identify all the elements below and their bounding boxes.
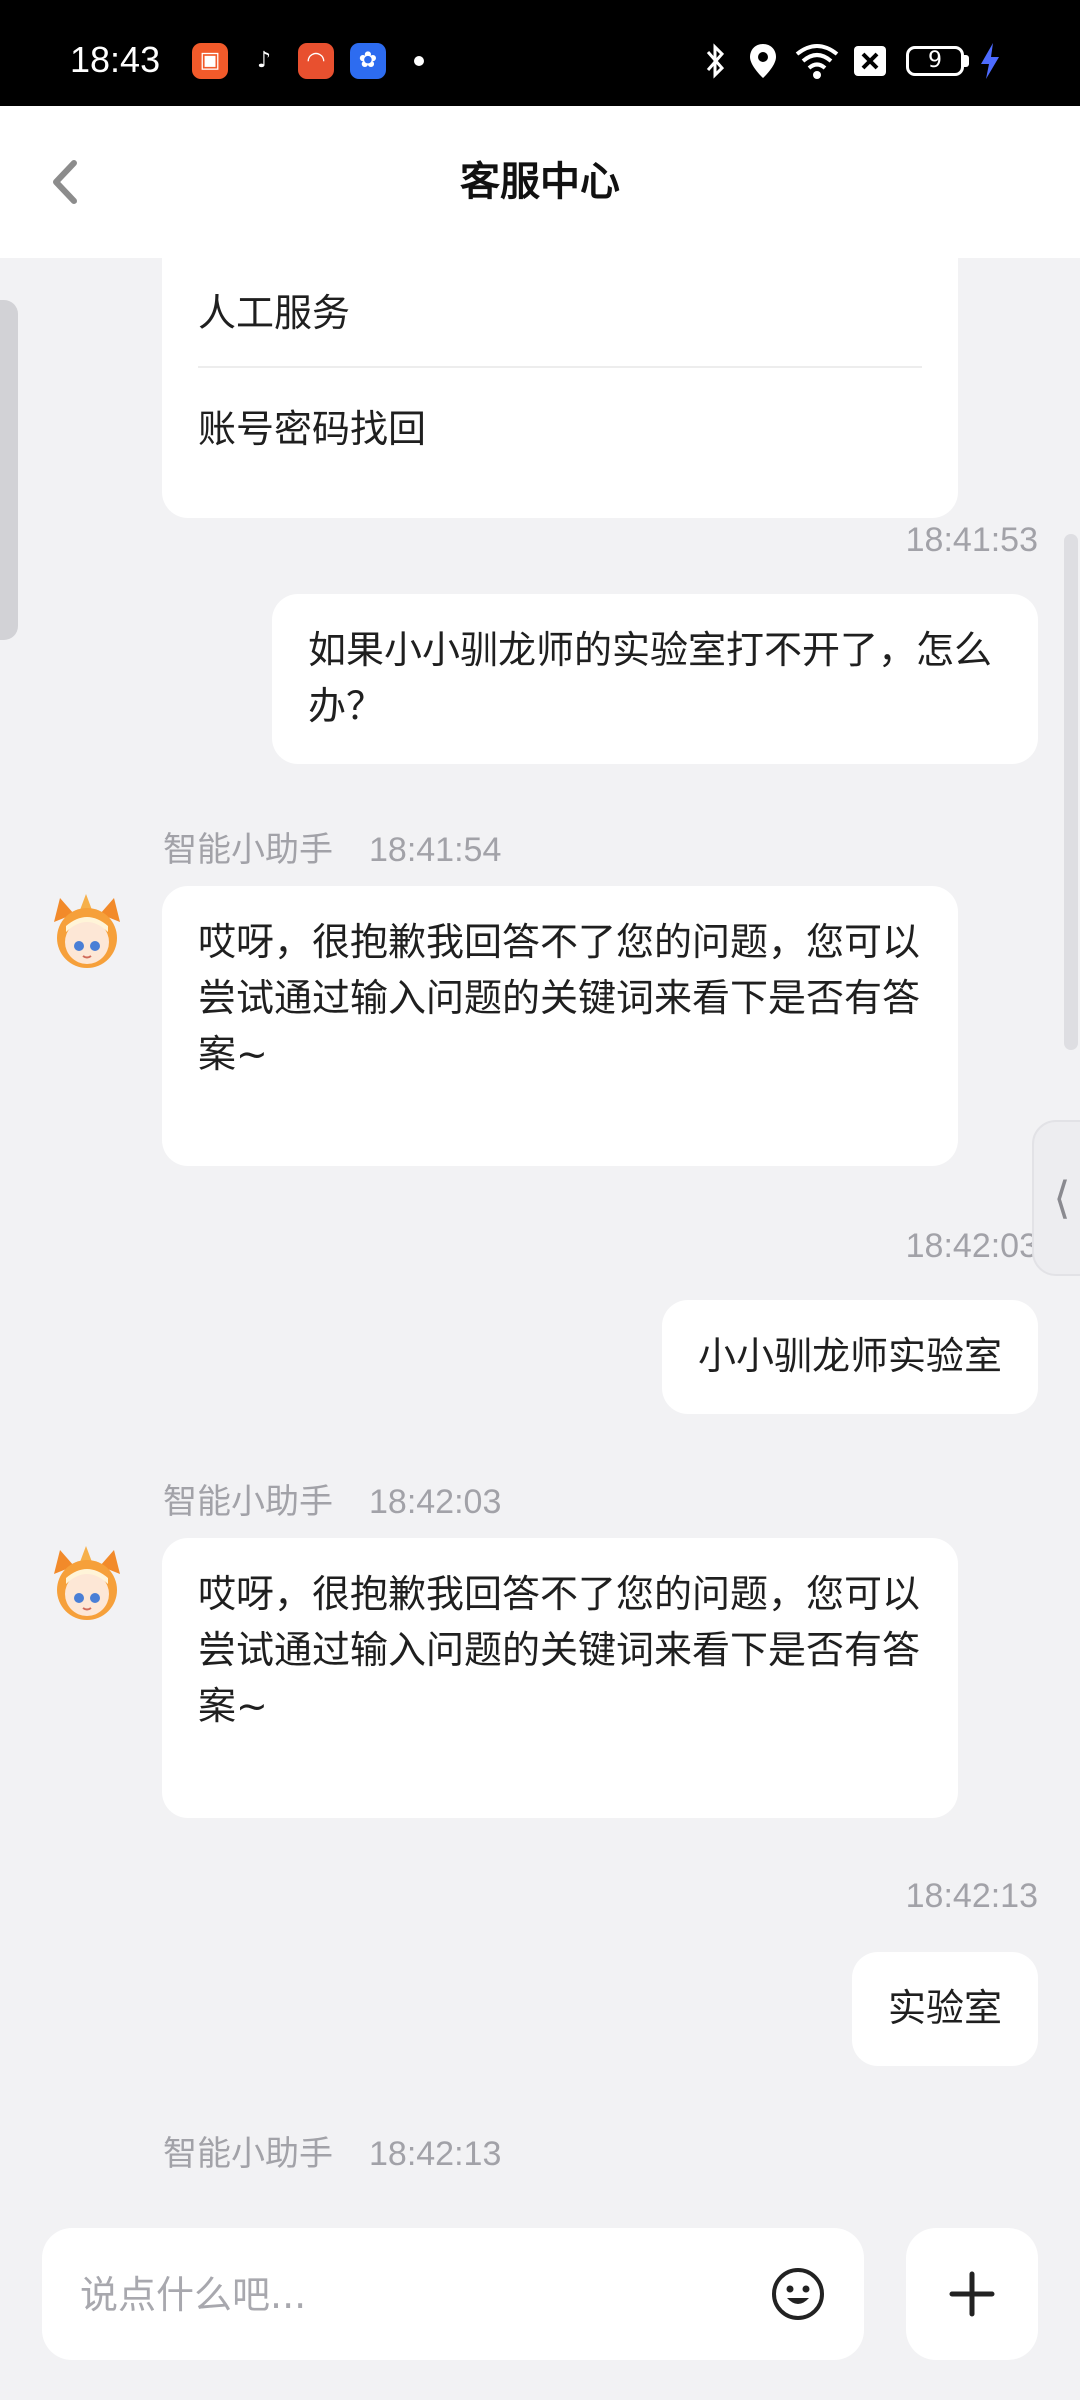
message-timestamp: 18:41:54 [369, 831, 502, 869]
bot-sender-name: 智能小助手 [163, 1482, 333, 1522]
user-message-bubble[interactable]: 实验室 [851, 1952, 1038, 2066]
bot-message-bubble[interactable]: 哎呀，很抱歉我回答不了您的问题，您可以尝试通过输入问题的关键词来看下是否有答案~ [162, 886, 958, 1166]
customer-service-screen: 18:43 ▣ ♪ ◠ ✿ 9 客服中心 人工服务 账号密码找回 18:41:5… [0, 0, 1080, 2400]
message-timestamp: 18:41:53 [905, 521, 1038, 559]
message-input-box[interactable] [42, 2228, 864, 2360]
app-notification-icon-2: ◠ [298, 43, 334, 79]
bot-sender-name: 智能小助手 [163, 2134, 333, 2174]
scrollbar[interactable] [1064, 534, 1078, 1050]
more-notifications-dot [414, 56, 424, 66]
tiktok-notification-icon: ♪ [246, 43, 282, 79]
bluetooth-icon [706, 43, 725, 79]
charging-icon [981, 43, 999, 79]
user-message-bubble[interactable]: 小小驯龙师实验室 [661, 1300, 1038, 1414]
message-timestamp: 18:42:03 [369, 1483, 502, 1521]
message-timestamp: 18:42:13 [369, 2135, 502, 2173]
floating-side-tab[interactable] [0, 300, 18, 640]
status-time: 18:43 [70, 39, 161, 80]
more-actions-button[interactable] [906, 2228, 1038, 2360]
header: 客服中心 [0, 106, 1080, 258]
chevron-left-icon: ⟨ [1053, 1172, 1071, 1224]
bot-avatar[interactable] [46, 892, 128, 974]
side-drawer-handle[interactable]: ⟨ [1032, 1120, 1080, 1276]
quick-menu-card: 人工服务 账号密码找回 [162, 258, 958, 518]
battery-tip [964, 55, 969, 67]
input-bar [0, 2218, 1080, 2400]
user-message-bubble[interactable]: 如果小小驯龙师的实验室打不开了，怎么办？ [272, 594, 1038, 764]
bot-message-bubble[interactable]: 哎呀，很抱歉我回答不了您的问题，您可以尝试通过输入问题的关键词来看下是否有答案~ [162, 1538, 958, 1818]
status-bar: 18:43 ▣ ♪ ◠ ✿ 9 [0, 0, 1080, 106]
menu-item-account-recovery[interactable]: 账号密码找回 [198, 374, 922, 484]
emoji-icon[interactable] [770, 2266, 826, 2322]
wifi-icon [795, 44, 839, 79]
page-title: 客服中心 [460, 159, 620, 205]
battery-icon: 9 [906, 46, 964, 76]
bot-sender-line: 智能小助手 18:42:13 [163, 2132, 501, 2176]
baidu-notification-icon: ✿ [350, 43, 386, 79]
sim-blocked-icon [854, 46, 886, 76]
bot-sender-line: 智能小助手 18:42:03 [163, 1480, 501, 1524]
menu-divider [198, 366, 922, 368]
menu-item-human-service[interactable]: 人工服务 [198, 258, 922, 368]
location-icon [750, 44, 776, 78]
app-notification-icon: ▣ [192, 43, 228, 79]
bot-avatar[interactable] [46, 1544, 128, 1626]
message-timestamp: 18:42:03 [905, 1227, 1038, 1265]
message-input[interactable] [78, 2264, 742, 2326]
message-timestamp: 18:42:13 [905, 1877, 1038, 1915]
chat-list[interactable]: 人工服务 账号密码找回 18:41:53 如果小小驯龙师的实验室打不开了，怎么办… [0, 258, 1080, 2218]
bot-sender-line: 智能小助手 18:41:54 [163, 828, 501, 872]
bot-sender-name: 智能小助手 [163, 830, 333, 870]
plus-icon [949, 2271, 995, 2317]
